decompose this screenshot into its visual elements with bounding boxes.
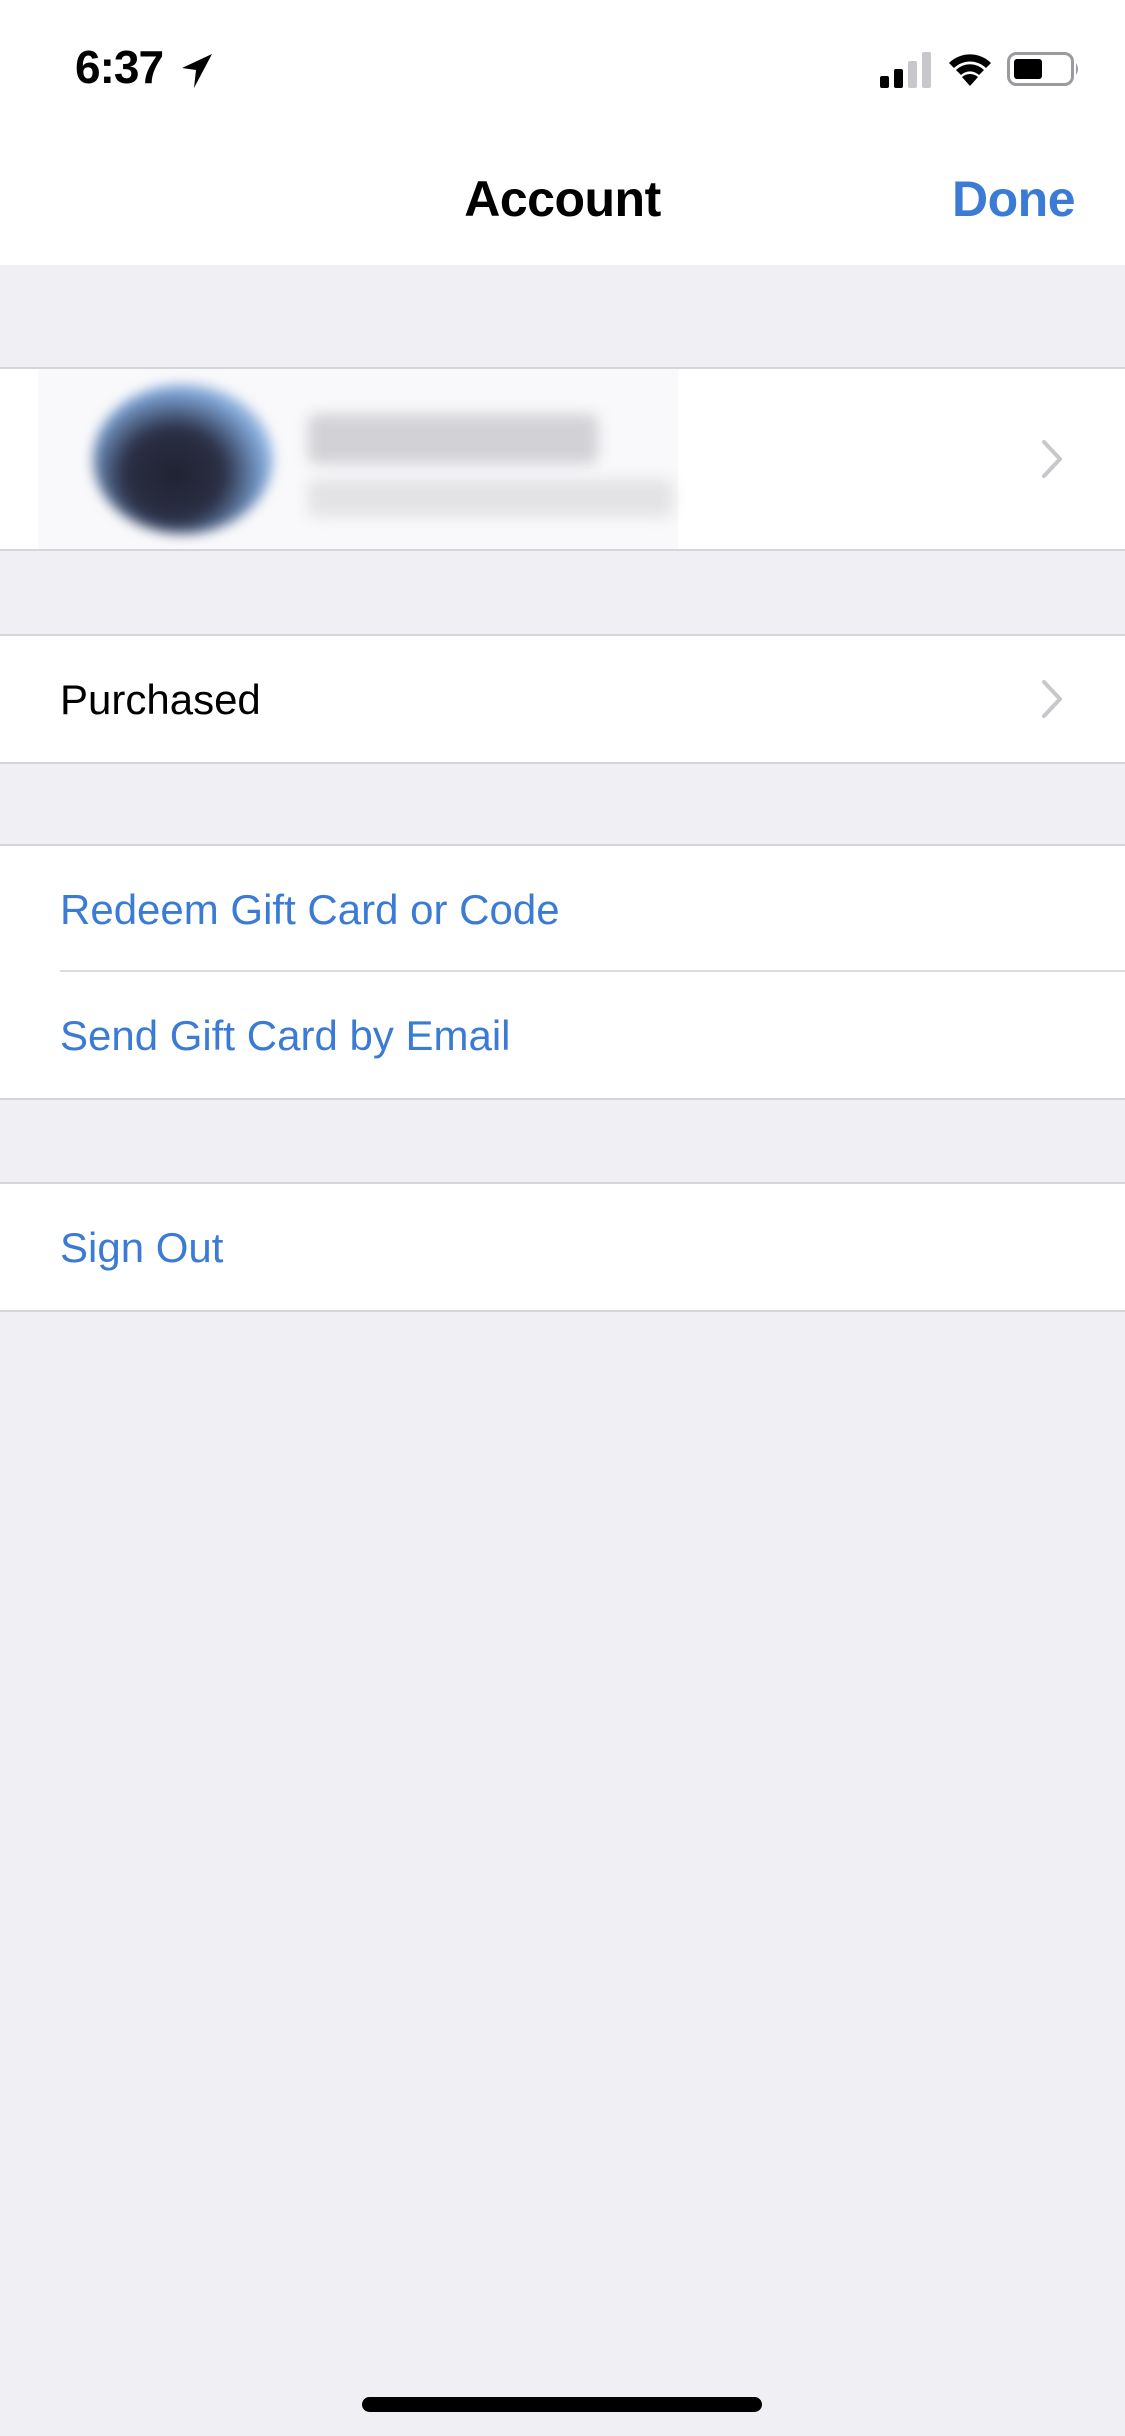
send-gift-card-row[interactable]: Send Gift Card by Email bbox=[0, 972, 1125, 1098]
purchased-section: Purchased bbox=[0, 634, 1125, 764]
profile-row[interactable] bbox=[0, 369, 1125, 549]
location-arrow-icon bbox=[182, 54, 212, 88]
wifi-icon bbox=[949, 54, 991, 86]
gift-card-section: Redeem Gift Card or Code Send Gift Card … bbox=[0, 844, 1125, 1100]
sign-out-row[interactable]: Sign Out bbox=[0, 1184, 1125, 1310]
redeem-gift-card-label: Redeem Gift Card or Code bbox=[60, 886, 560, 933]
redeem-gift-card-row[interactable]: Redeem Gift Card or Code bbox=[0, 846, 1125, 972]
purchased-row[interactable]: Purchased bbox=[0, 636, 1125, 762]
cellular-signal-icon bbox=[880, 52, 931, 88]
chevron-right-icon bbox=[1042, 680, 1062, 718]
status-bar: 6:37 bbox=[0, 0, 1125, 130]
done-button[interactable]: Done bbox=[952, 170, 1076, 228]
profile-redacted-area bbox=[38, 369, 678, 549]
battery-icon bbox=[1007, 52, 1078, 86]
status-time: 6:37 bbox=[75, 41, 164, 93]
profile-email-blurred bbox=[308, 479, 673, 517]
chevron-right-icon bbox=[1042, 440, 1062, 478]
avatar bbox=[93, 384, 273, 534]
profile-section bbox=[0, 367, 1125, 551]
home-indicator[interactable] bbox=[362, 2397, 762, 2412]
sign-out-section: Sign Out bbox=[0, 1182, 1125, 1312]
send-gift-card-label: Send Gift Card by Email bbox=[60, 1012, 511, 1059]
navigation-bar: Account Done bbox=[0, 130, 1125, 265]
sign-out-label: Sign Out bbox=[60, 1224, 224, 1271]
profile-name-blurred bbox=[308, 414, 598, 464]
purchased-label: Purchased bbox=[60, 676, 261, 723]
